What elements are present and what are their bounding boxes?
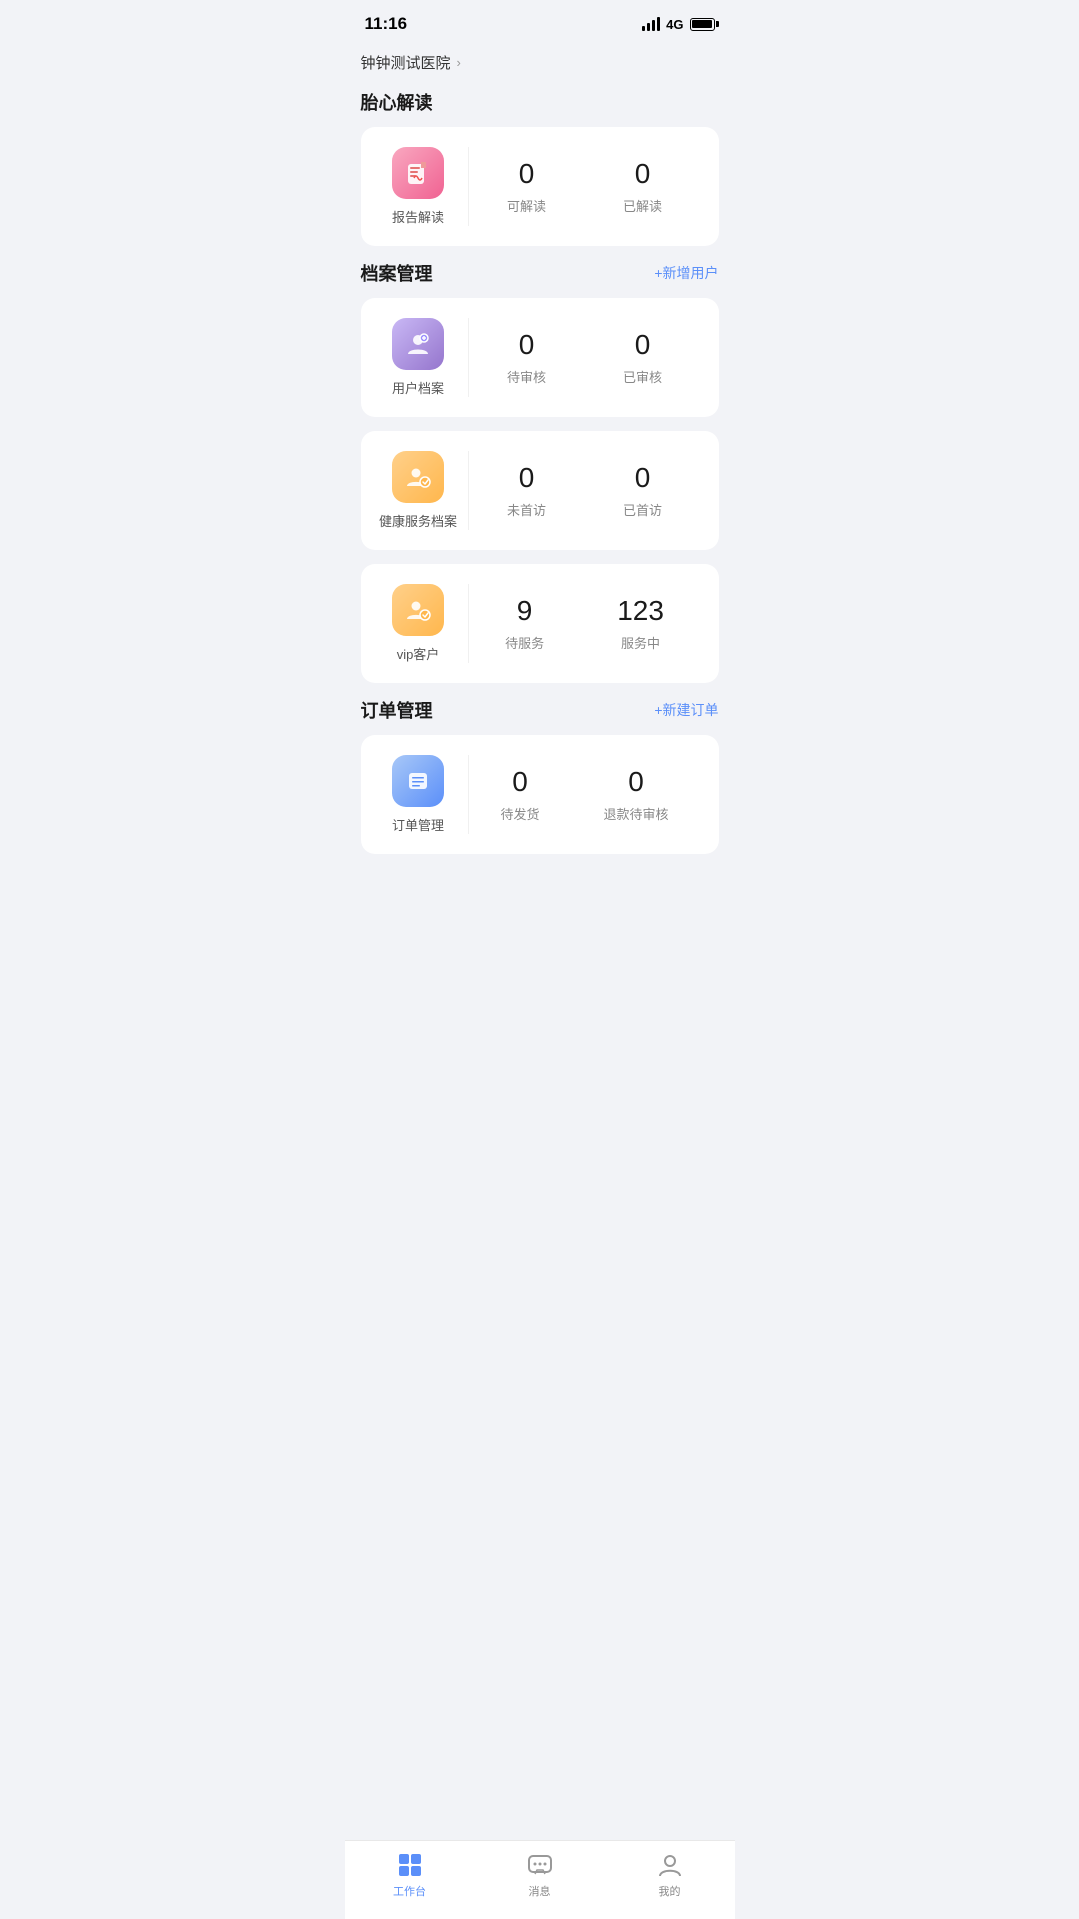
nav-item-workbench[interactable]: 工作台 (345, 1851, 475, 1899)
pending-ship-stat: 0 待发货 (500, 766, 539, 823)
fetal-card[interactable]: 报告解读 0 可解读 0 已解读 (361, 127, 719, 246)
health-archive-icon (392, 451, 444, 503)
fetal-section-header: 胎心解读 (361, 89, 719, 115)
workbench-label: 工作台 (393, 1883, 426, 1899)
archive-section-header: 档案管理 +新增用户 (361, 260, 719, 286)
in-service-label: 服务中 (621, 633, 660, 652)
hospital-name: 钟钟测试医院 (361, 52, 451, 73)
fetal-read-value: 0 (635, 158, 651, 190)
pending-review-stat: 0 待审核 (507, 329, 546, 386)
mine-icon (656, 1851, 684, 1879)
user-archive-card[interactable]: 用户档案 0 待审核 0 已审核 (361, 298, 719, 417)
vip-stats: 9 待服务 123 服务中 (469, 595, 701, 652)
status-time: 11:16 (365, 14, 408, 34)
signal-icon (642, 17, 660, 31)
no-first-visit-value: 0 (519, 462, 535, 494)
main-content: 钟钟测试医院 › 胎心解读 (345, 42, 735, 958)
order-icon-area: 订单管理 (379, 755, 469, 834)
pending-ship-label: 待发货 (500, 804, 539, 823)
user-archive-icon-label: 用户档案 (392, 378, 444, 397)
order-icon-label: 订单管理 (392, 815, 444, 834)
user-archive-icon-area: 用户档案 (379, 318, 469, 397)
network-type: 4G (666, 17, 683, 32)
fetal-icon-area: 报告解读 (379, 147, 469, 226)
pending-review-label: 待审核 (507, 367, 546, 386)
pending-ship-value: 0 (512, 766, 528, 798)
pending-service-stat: 9 待服务 (505, 595, 544, 652)
fetal-read-stat: 0 已解读 (623, 158, 662, 215)
refund-pending-stat: 0 退款待审核 (603, 766, 668, 823)
archive-title: 档案管理 (361, 260, 433, 286)
health-archive-icon-area: 健康服务档案 (379, 451, 469, 530)
hospital-chevron-icon: › (457, 55, 461, 70)
no-first-visit-label: 未首访 (507, 500, 546, 519)
order-card[interactable]: 订单管理 0 待发货 0 退款待审核 (361, 735, 719, 854)
fetal-icon-label: 报告解读 (392, 207, 444, 226)
order-stat-row: 订单管理 0 待发货 0 退款待审核 (379, 755, 701, 834)
health-archive-card[interactable]: 健康服务档案 0 未首访 0 已首访 (361, 431, 719, 550)
user-archive-stats: 0 待审核 0 已审核 (469, 329, 701, 386)
report-icon (392, 147, 444, 199)
in-service-stat: 123 服务中 (617, 595, 664, 652)
order-stats: 0 待发货 0 退款待审核 (469, 766, 701, 823)
vip-stat-row: vip客户 9 待服务 123 服务中 (379, 584, 701, 663)
nav-item-mine[interactable]: 我的 (605, 1851, 735, 1899)
fetal-section: 胎心解读 报告解读 (361, 89, 719, 246)
user-archive-stat-row: 用户档案 0 待审核 0 已审核 (379, 318, 701, 397)
message-label: 消息 (529, 1883, 551, 1899)
fetal-stats: 0 可解读 0 已解读 (469, 158, 701, 215)
vip-icon-label: vip客户 (397, 644, 440, 663)
status-bar: 11:16 4G (345, 0, 735, 42)
health-archive-stat-row: 健康服务档案 0 未首访 0 已首访 (379, 451, 701, 530)
user-archive-icon (392, 318, 444, 370)
vip-icon (392, 584, 444, 636)
order-section-header: 订单管理 +新建订单 (361, 697, 719, 723)
new-order-button[interactable]: +新建订单 (654, 700, 718, 720)
fetal-readable-label: 可解读 (507, 196, 546, 215)
workbench-icon (396, 1851, 424, 1879)
status-icons: 4G (642, 17, 714, 32)
order-title: 订单管理 (361, 697, 433, 723)
pending-service-value: 9 (517, 595, 533, 627)
nav-item-message[interactable]: 消息 (475, 1851, 605, 1899)
fetal-read-label: 已解读 (623, 196, 662, 215)
first-visited-stat: 0 已首访 (623, 462, 662, 519)
pending-service-label: 待服务 (505, 633, 544, 652)
bottom-nav: 工作台 消息 我的 (345, 1840, 735, 1919)
battery-icon (690, 18, 715, 31)
add-user-button[interactable]: +新增用户 (654, 263, 718, 283)
order-section: 订单管理 +新建订单 订单管理 (361, 697, 719, 854)
fetal-readable-value: 0 (519, 158, 535, 190)
archive-section: 档案管理 +新增用户 用户档案 (361, 260, 719, 683)
refund-pending-value: 0 (628, 766, 644, 798)
first-visited-value: 0 (635, 462, 651, 494)
no-first-visit-stat: 0 未首访 (507, 462, 546, 519)
reviewed-stat: 0 已审核 (623, 329, 662, 386)
mine-label: 我的 (659, 1883, 681, 1899)
message-icon (526, 1851, 554, 1879)
pending-review-value: 0 (519, 329, 535, 361)
in-service-value: 123 (617, 595, 664, 627)
health-archive-stats: 0 未首访 0 已首访 (469, 462, 701, 519)
vip-icon-area: vip客户 (379, 584, 469, 663)
fetal-stat-row: 报告解读 0 可解读 0 已解读 (379, 147, 701, 226)
refund-pending-label: 退款待审核 (603, 804, 668, 823)
reviewed-label: 已审核 (623, 367, 662, 386)
fetal-title: 胎心解读 (361, 89, 433, 115)
fetal-readable-stat: 0 可解读 (507, 158, 546, 215)
vip-customer-card[interactable]: vip客户 9 待服务 123 服务中 (361, 564, 719, 683)
health-archive-icon-label: 健康服务档案 (379, 511, 457, 530)
first-visited-label: 已首访 (623, 500, 662, 519)
reviewed-value: 0 (635, 329, 651, 361)
order-icon (392, 755, 444, 807)
hospital-header[interactable]: 钟钟测试医院 › (361, 42, 719, 89)
